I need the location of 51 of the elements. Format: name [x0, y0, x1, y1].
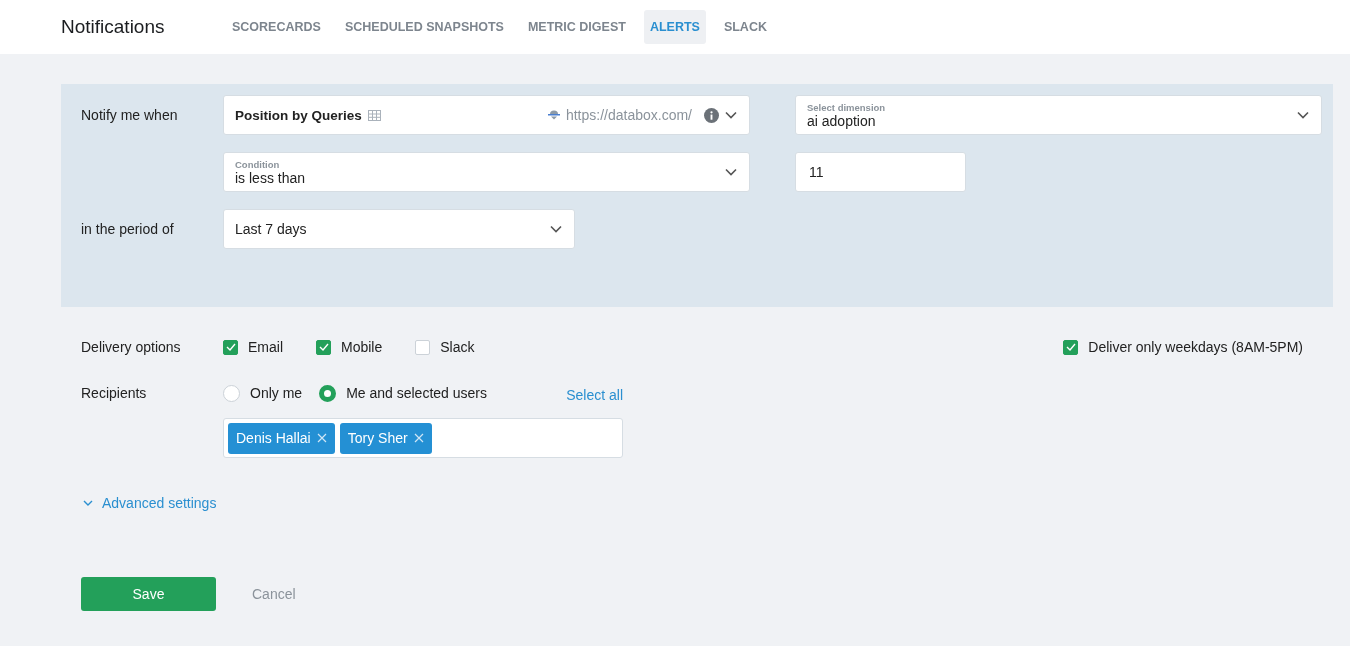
checkbox[interactable] — [316, 339, 331, 355]
period-select[interactable]: Last 7 days — [223, 209, 575, 249]
checkbox[interactable] — [415, 339, 431, 355]
field-label: Delivery options — [81, 339, 182, 355]
option-label: Me and selected users — [346, 385, 487, 401]
checkbox[interactable] — [223, 339, 238, 355]
condition-select[interactable]: Condition is less than — [223, 152, 750, 192]
option-label: Deliver only weekdays (8AM-5PM) — [1088, 339, 1303, 355]
tab[interactable]: SCORECARDS — [226, 10, 327, 44]
field-value: Last 7 days — [235, 221, 307, 237]
cancel-button[interactable]: Cancel — [246, 585, 302, 603]
radio-button[interactable] — [319, 384, 337, 402]
chevron-down-icon — [725, 168, 737, 176]
tab[interactable]: METRIC DIGEST — [521, 10, 632, 44]
info-icon[interactable] — [704, 107, 719, 123]
metric-name: Position by Queries — [235, 107, 362, 123]
close-icon[interactable] — [316, 433, 327, 443]
recipients-field[interactable]: Denis Hallai Tory Sher — [223, 418, 623, 458]
tab[interactable]: SLACK — [717, 10, 773, 44]
metric-select[interactable]: Position by Queries https://databox.com/ — [223, 95, 750, 135]
save-button[interactable]: Save — [81, 577, 216, 611]
page-title: Notifications — [61, 16, 166, 38]
option-label: Only me — [250, 385, 303, 401]
tab[interactable]: SCHEDULED SNAPSHOTS — [338, 10, 510, 44]
dimension-select[interactable]: Select dimension ai adoption — [795, 95, 1322, 135]
field-label: Recipients — [81, 384, 148, 401]
radio-button[interactable] — [223, 384, 240, 402]
field-label: Notify me when — [81, 107, 179, 123]
datasource-icon — [547, 110, 560, 120]
checkbox[interactable] — [1063, 339, 1079, 355]
select-all-link[interactable]: Select all — [566, 387, 623, 403]
table-icon — [367, 109, 381, 121]
advanced-settings-toggle[interactable]: Advanced settings — [83, 495, 217, 511]
field-placeholder: Condition — [235, 158, 281, 170]
source-url: https://databox.com/ — [565, 107, 692, 123]
option-label: Email — [248, 339, 283, 355]
close-icon[interactable] — [413, 433, 424, 443]
tab[interactable]: ALERTS — [643, 10, 706, 44]
field-label: in the period of — [81, 221, 175, 237]
chevron-down-icon — [1297, 111, 1309, 119]
user-name: Tory Sher — [347, 430, 408, 446]
chevron-down-icon — [550, 225, 562, 233]
option-label: Mobile — [341, 339, 383, 355]
field-value: ai adoption — [807, 112, 877, 129]
field-placeholder: Select dimension — [807, 101, 887, 113]
user-name: Denis Hallai — [236, 430, 311, 446]
threshold-input[interactable]: 11 — [795, 152, 966, 192]
chevron-down-icon[interactable] — [725, 111, 737, 119]
chevron-down-icon — [83, 499, 93, 507]
option-label: Slack — [440, 339, 475, 355]
field-value: is less than — [235, 169, 307, 186]
